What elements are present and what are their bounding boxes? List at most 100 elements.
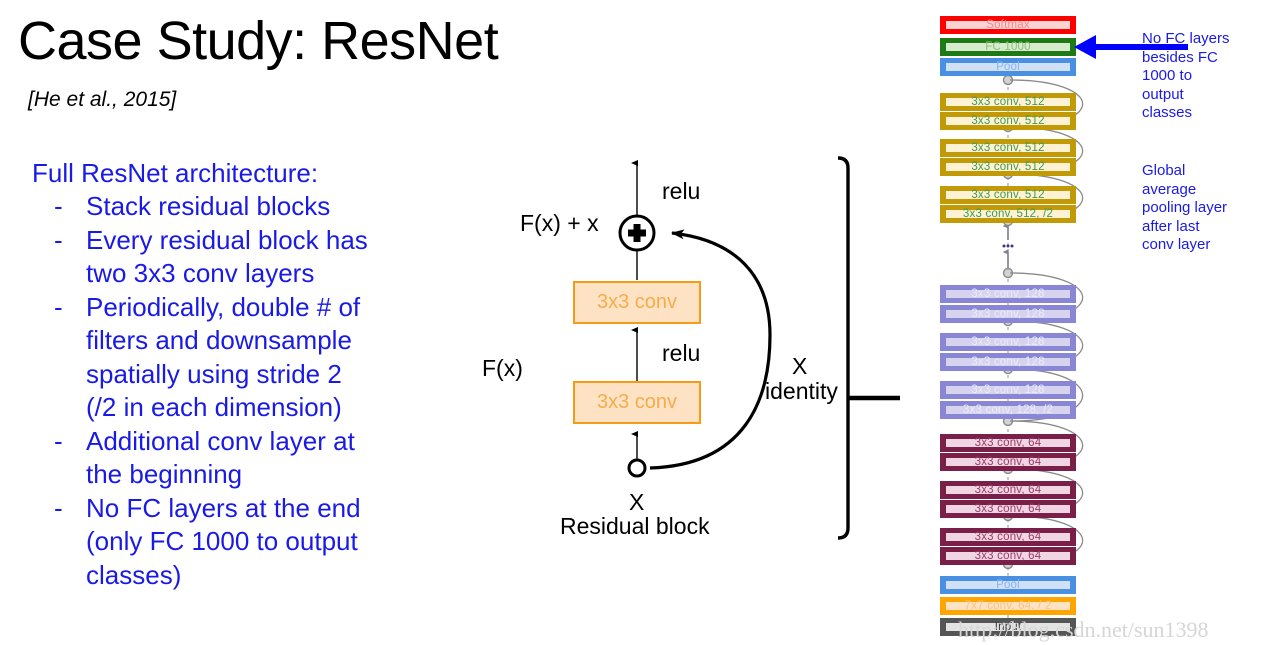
- bullet-line: (only FC 1000 to output: [86, 526, 358, 556]
- layer-box[interactable]: 3x3 conv, 512: [940, 93, 1076, 111]
- slide-canvas: Case Study: ResNet [He et al., 2015] Ful…: [0, 0, 1266, 645]
- bullet-item: - Periodically, double # of filters and do…: [32, 291, 452, 425]
- layer-box[interactable]: 3x3 conv, 128: [940, 353, 1076, 371]
- bullet-line: Stack residual blocks: [86, 191, 331, 221]
- layer-box-label: 3x3 conv, 512: [946, 189, 1070, 201]
- bullet-dash-icon: -: [54, 224, 63, 255]
- plus-circle-icon: [618, 214, 656, 252]
- layer-box[interactable]: 3x3 conv, 512: [940, 186, 1076, 204]
- bullet-item: - Every residual block has two 3x3 conv la…: [32, 224, 452, 291]
- sum-label: F(x) + x: [520, 210, 599, 236]
- layer-box-label: 3x3 conv, 64: [946, 550, 1070, 562]
- layer-box-label: 3x3 conv, 128: [946, 288, 1070, 300]
- conv-box-bottom-label: 3x3 conv: [596, 391, 678, 413]
- bullet-item: - No FC layers at the end (only FC 1000 to…: [32, 492, 452, 593]
- bullet-list-heading: Full ResNet architecture:: [32, 158, 319, 188]
- bullet-line: filters and downsample: [86, 325, 352, 355]
- layer-box-label: 3x3 conv, 512: [946, 161, 1070, 173]
- bullet-dash-icon: -: [54, 191, 63, 221]
- layer-box-label: 3x3 conv, 64: [946, 484, 1070, 496]
- layer-box[interactable]: 3x3 conv, 512: [940, 112, 1076, 130]
- layer-box-label: Pool: [946, 579, 1070, 591]
- layer-box[interactable]: 3x3 conv, 512: [940, 139, 1076, 157]
- relu-top-label: relu: [662, 178, 701, 204]
- conv-box-top-label: 3x3 conv: [596, 291, 678, 313]
- layer-box-label: 3x3 conv, 128: [946, 356, 1070, 368]
- layer-box-label: 3x3 conv, 128: [946, 384, 1070, 396]
- annot-line: No FC layers: [1142, 30, 1230, 47]
- layer-box-label: 3x3 conv, 512: [946, 115, 1070, 127]
- bullet-line: two 3x3 conv layers: [86, 258, 315, 288]
- bullet-item: - Additional conv layer at the beginning: [32, 425, 452, 492]
- layer-box[interactable]: 7x7 conv, 64, / 2: [940, 597, 1076, 615]
- input-x-label: X: [629, 489, 645, 515]
- layer-box[interactable]: 3x3 conv, 128: [940, 305, 1076, 323]
- fx-label: F(x): [482, 355, 523, 381]
- residual-block-caption: Residual block: [560, 513, 710, 539]
- annot-line: classes: [1142, 104, 1193, 121]
- layer-box-label: 3x3 conv, 512: [946, 142, 1070, 154]
- bullet-line: Every residual block has: [86, 224, 368, 255]
- layer-box-label: FC 1000: [946, 41, 1070, 53]
- layer-box-label: 7x7 conv, 64, / 2: [946, 600, 1070, 612]
- layer-box[interactable]: 3x3 conv, 64: [940, 500, 1076, 518]
- annotation-global-average-pooling: Global average pooling layer after last …: [1142, 162, 1254, 255]
- layer-box-label: 3x3 conv, 64: [946, 456, 1070, 468]
- bullet-dash-icon: -: [54, 425, 63, 456]
- layer-box[interactable]: 3x3 conv, 64: [940, 547, 1076, 565]
- layer-box-label: 3x3 conv, 128, /2: [946, 404, 1070, 416]
- annot-line: after last: [1142, 217, 1200, 235]
- layer-box[interactable]: Softmax: [940, 16, 1076, 34]
- layer-box-label: Softmax: [946, 19, 1070, 31]
- bullet-line: No FC layers at the end: [86, 492, 361, 523]
- identity-label-bottom: identity: [765, 378, 838, 404]
- layer-box[interactable]: 3x3 conv, 128: [940, 285, 1076, 303]
- layer-box-label: Pool: [946, 61, 1070, 73]
- layer-box[interactable]: 3x3 conv, 64: [940, 434, 1076, 452]
- relu-mid-label: relu: [662, 340, 701, 366]
- annot-line: conv layer: [1142, 236, 1211, 253]
- bullet-line: the beginning: [86, 459, 243, 489]
- annotation-no-fc-layers: No FC layers besides FC 1000 to output c…: [1142, 30, 1254, 123]
- conv-box-bottom[interactable]: 3x3 conv: [573, 381, 701, 424]
- layer-box[interactable]: 3x3 conv, 512: [940, 158, 1076, 176]
- bullet-item: - Stack residual blocks: [32, 190, 452, 224]
- annot-line: pooling layer: [1142, 199, 1228, 216]
- stack-bracket: [837, 156, 850, 540]
- layer-box[interactable]: 3x3 conv, 512, /2: [940, 205, 1076, 223]
- layer-box[interactable]: Input: [940, 618, 1076, 636]
- layer-box[interactable]: Pool: [940, 576, 1076, 594]
- open-circle-node-icon: [627, 458, 647, 478]
- layer-box-label: 3x3 conv, 64: [946, 437, 1070, 449]
- annot-line: besides FC: [1142, 48, 1218, 66]
- layer-box[interactable]: 3x3 conv, 64: [940, 453, 1076, 471]
- residual-block-diagram: 3x3 conv 3x3 conv relu F(x) + x F(x) rel…: [470, 150, 900, 570]
- bullet-line: Additional conv layer at: [86, 425, 355, 456]
- layer-box[interactable]: 3x3 conv, 64: [940, 528, 1076, 546]
- resnet-layer-stack: Softmax FC 1000 Pool 3x3 conv, 512 3x3 conv,…: [930, 0, 1266, 645]
- annot-line: average: [1142, 180, 1197, 198]
- bullet-line: classes): [86, 559, 182, 590]
- bullet-dash-icon: -: [54, 291, 63, 322]
- layer-box[interactable]: FC 1000: [940, 38, 1076, 56]
- annot-line: Global: [1142, 162, 1186, 179]
- bullet-line: Periodically, double # of: [86, 291, 361, 322]
- ellipsis-icon: [1002, 244, 1014, 248]
- layer-box-label: Input: [946, 621, 1070, 633]
- layer-box[interactable]: Pool: [940, 58, 1076, 76]
- layer-box-label: 3x3 conv, 128: [946, 308, 1070, 320]
- layer-box[interactable]: 3x3 conv, 128: [940, 333, 1076, 351]
- bullet-dash-icon: -: [54, 492, 63, 523]
- page-title: Case Study: ResNet: [18, 11, 499, 71]
- layer-box-label: 3x3 conv, 512: [946, 96, 1070, 108]
- bullet-line: spatially using stride 2: [86, 358, 342, 389]
- bullet-line: (/2 in each dimension): [86, 392, 342, 422]
- bullet-list: Full ResNet architecture: - Stack residua…: [32, 157, 452, 592]
- layer-box[interactable]: 3x3 conv, 128, /2: [940, 401, 1076, 419]
- annot-line: 1000 to: [1142, 67, 1193, 84]
- layer-box[interactable]: 3x3 conv, 128: [940, 381, 1076, 399]
- layer-box[interactable]: 3x3 conv, 64: [940, 481, 1076, 499]
- identity-label-top: X: [792, 353, 808, 379]
- annot-line: output: [1142, 85, 1184, 103]
- conv-box-top[interactable]: 3x3 conv: [573, 281, 701, 324]
